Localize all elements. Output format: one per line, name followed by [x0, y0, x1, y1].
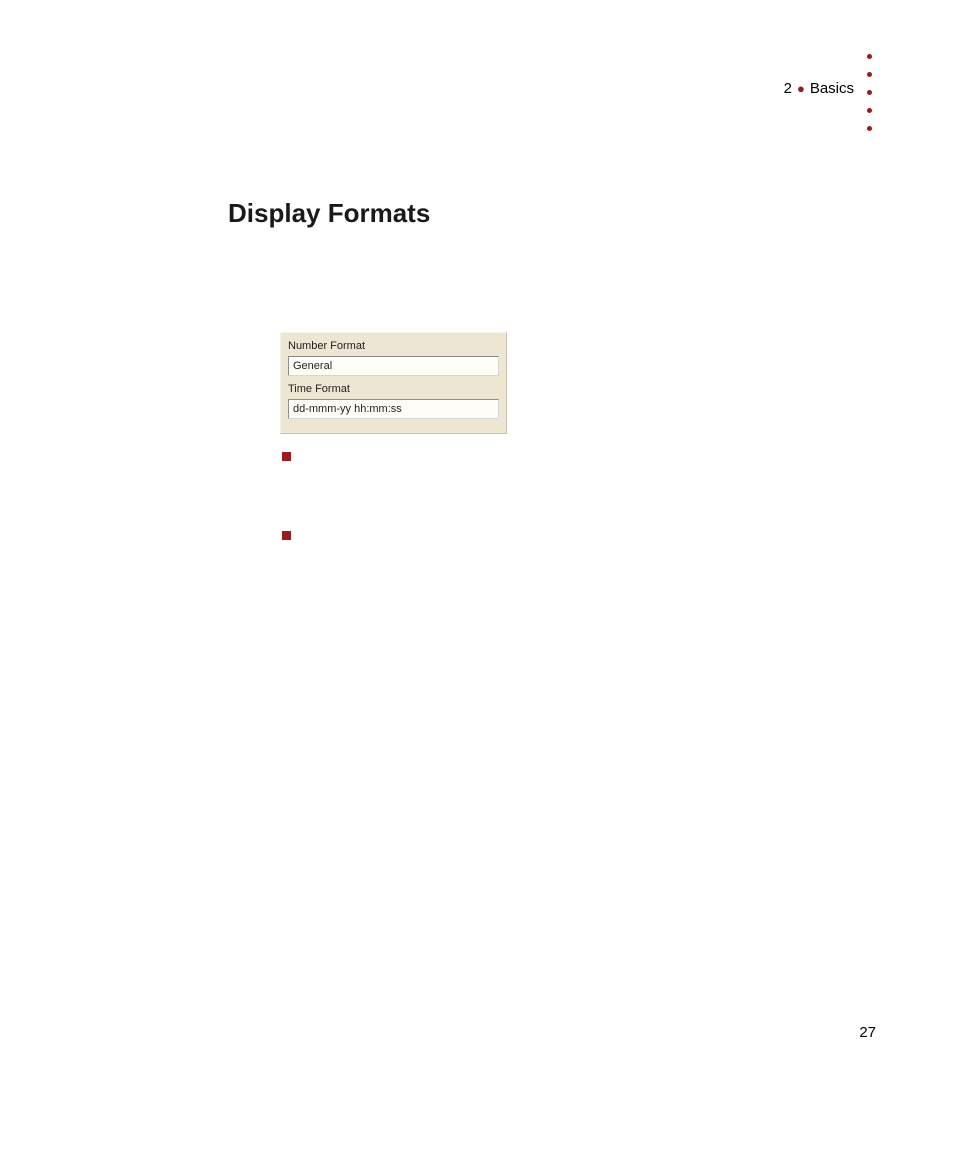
number-format-label: Number Format: [281, 333, 506, 356]
page: 2 ● Basics Display Formats Number Format…: [0, 0, 954, 1164]
bullet-icon: ●: [797, 82, 805, 95]
time-format-label: Time Format: [281, 376, 506, 399]
page-title: Display Formats: [228, 198, 430, 229]
dot-icon: [867, 126, 872, 131]
dot-icon: [867, 54, 872, 59]
page-number: 27: [859, 1024, 876, 1041]
time-format-field[interactable]: dd-mmm-yy hh:mm:ss: [288, 399, 499, 419]
number-format-field[interactable]: General: [288, 356, 499, 376]
chapter-header: 2 ● Basics: [784, 80, 854, 97]
dot-icon: [867, 90, 872, 95]
dot-icon: [867, 72, 872, 77]
decorative-dots: [867, 54, 872, 131]
chapter-number: 2: [784, 80, 792, 97]
square-bullet-icon: [282, 531, 291, 540]
square-bullet-icon: [282, 452, 291, 461]
dot-icon: [867, 108, 872, 113]
formats-panel: Number Format General Time Format dd-mmm…: [280, 332, 507, 434]
chapter-title: Basics: [810, 80, 854, 97]
